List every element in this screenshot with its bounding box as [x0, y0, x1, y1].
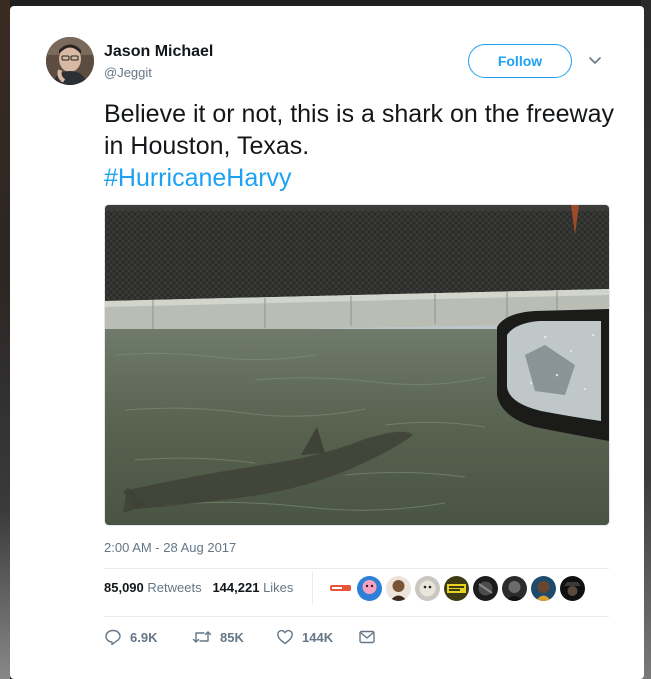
envelope-icon [359, 630, 375, 644]
liker-avatar-6-icon [473, 576, 498, 601]
tweet-card: Jason Michael @Jeggit Follow Believe it … [10, 6, 644, 679]
liker-avatar-2[interactable] [357, 576, 382, 601]
liker-avatar-7[interactable] [502, 576, 527, 601]
liker-avatar-9[interactable] [560, 576, 585, 601]
liker-avatar-5-icon [444, 576, 469, 601]
liker-avatar-1[interactable] [328, 576, 353, 601]
retweets-count: 85,090 [104, 580, 144, 595]
chevron-down-icon [589, 57, 601, 64]
reply-count: 6.9K [130, 629, 158, 645]
liker-avatar-1-icon [328, 576, 353, 601]
reply-icon [105, 629, 121, 646]
follow-button[interactable]: Follow [468, 44, 572, 78]
author-avatar[interactable] [46, 37, 94, 85]
liker-avatar-8-icon [531, 576, 556, 601]
more-options-button[interactable] [585, 50, 605, 70]
likes-count: 144,221 [212, 580, 260, 595]
flooded-freeway-shark-photo-icon [105, 205, 609, 525]
likes-label: Likes [263, 580, 294, 595]
liker-avatar-3-icon [386, 576, 411, 601]
like-button[interactable]: 144K [276, 628, 333, 646]
profile-photo-icon [46, 37, 94, 85]
divider-top [104, 568, 609, 569]
background-left [0, 0, 10, 679]
liker-avatar-2-icon [357, 576, 382, 601]
author-name[interactable]: Jason Michael [104, 43, 213, 61]
liker-avatar-8[interactable] [531, 576, 556, 601]
stats-separator [312, 572, 313, 604]
direct-message-button[interactable] [358, 628, 376, 646]
tweet-photo[interactable] [104, 204, 610, 526]
reply-button[interactable]: 6.9K [104, 628, 157, 646]
tweet-timestamp[interactable]: 2:00 AM - 28 Aug 2017 [104, 540, 236, 555]
liker-avatar-9-icon [560, 576, 585, 601]
retweets-stat[interactable]: 85,090 Retweets [104, 580, 202, 595]
retweets-label: Retweets [147, 580, 202, 595]
liker-avatar-4-icon [415, 576, 440, 601]
hashtag-link[interactable]: #HurricaneHarvy [104, 162, 624, 194]
likes-stat[interactable]: 144,221 Likes [212, 580, 293, 595]
like-count: 144K [302, 629, 334, 645]
tweet-body: Believe it or not, this is a shark on th… [104, 100, 614, 160]
tweet-stats: 85,090 Retweets 144,221 Likes [104, 580, 293, 595]
heart-icon [277, 629, 293, 645]
tweet-text: Believe it or not, this is a shark on th… [104, 98, 624, 194]
liker-avatar-7-icon [502, 576, 527, 601]
divider-bottom [104, 616, 609, 617]
retweet-button[interactable]: 85K [192, 628, 244, 646]
retweet-count: 85K [220, 629, 244, 645]
author-handle[interactable]: @Jeggit [104, 65, 152, 80]
liker-avatar-5[interactable] [444, 576, 469, 601]
liker-avatar-3[interactable] [386, 576, 411, 601]
liker-avatar-4[interactable] [415, 576, 440, 601]
retweet-icon [192, 631, 212, 643]
liker-avatar-6[interactable] [473, 576, 498, 601]
